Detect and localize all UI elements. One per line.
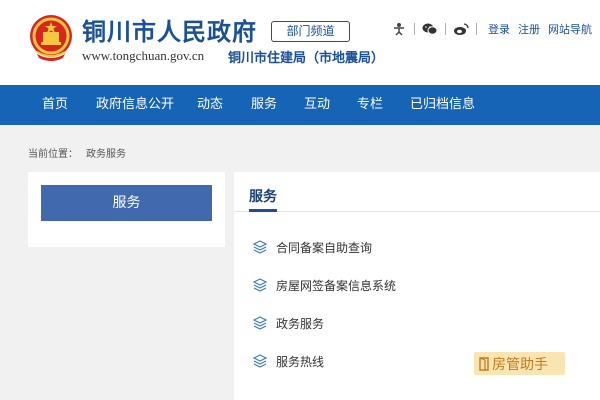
- watermark-badge: 房管助手: [474, 352, 565, 375]
- list-item-online-filing-system[interactable]: 房屋网签备案信息系统: [252, 275, 396, 295]
- list-item-label: 房屋网签备案信息系统: [276, 278, 397, 293]
- nav-item-services[interactable]: 服务: [251, 85, 277, 125]
- layers-icon: [252, 353, 268, 369]
- register-link[interactable]: 注册: [518, 21, 540, 37]
- top-toolbar: 登录 注册 网站导航: [391, 20, 592, 38]
- nav-item-columns[interactable]: 专栏: [357, 85, 383, 125]
- list-item-label: 服务热线: [276, 354, 325, 369]
- nav-item-info-disclosure[interactable]: 政府信息公开: [96, 85, 174, 125]
- site-navigation-link[interactable]: 网站导航: [548, 21, 592, 37]
- panel-title: 服务: [249, 189, 277, 205]
- sidebar-services-button[interactable]: 服务: [41, 185, 212, 221]
- layers-icon: [252, 315, 268, 331]
- divider: [445, 23, 446, 35]
- nav-item-archived-info[interactable]: 已归档信息: [410, 85, 475, 125]
- title-underline: [249, 209, 277, 212]
- breadcrumb: 当前位置： 政务服务: [28, 145, 126, 160]
- list-item-label: 合同备案自助查询: [276, 240, 373, 255]
- wechat-icon[interactable]: [422, 21, 438, 37]
- nav-item-home[interactable]: 首页: [42, 85, 68, 125]
- list-item-government-services[interactable]: 政务服务: [252, 313, 324, 333]
- site-title: 铜川市人民政府: [82, 17, 257, 46]
- list-item-contract-filing-query[interactable]: 合同备案自助查询: [252, 237, 372, 257]
- accessibility-icon[interactable]: [391, 21, 407, 37]
- nav-item-news[interactable]: 动态: [197, 85, 223, 125]
- list-item-label: 政务服务: [276, 316, 325, 331]
- breadcrumb-label: 当前位置：: [28, 149, 78, 160]
- department-name: 铜川市住建局（市地震局）: [228, 51, 385, 66]
- national-emblem-icon: [30, 15, 72, 61]
- nav-item-interaction[interactable]: 互动: [304, 85, 330, 125]
- list-item-service-hotline[interactable]: 服务热线: [252, 351, 324, 371]
- breadcrumb-current[interactable]: 政务服务: [86, 149, 126, 160]
- weibo-icon[interactable]: [453, 21, 469, 37]
- layers-icon: [252, 277, 268, 293]
- door-icon: [479, 356, 489, 371]
- site-domain: www.tongchuan.gov.cn: [82, 48, 205, 63]
- main-navigation: 首页 政府信息公开 动态 服务 互动 专栏 已归档信息: [0, 85, 600, 125]
- layers-icon: [252, 239, 268, 255]
- site-header: 铜川市人民政府 部门频道 www.tongchuan.gov.cn 铜川市住建局…: [0, 0, 600, 85]
- divider: [414, 23, 415, 35]
- department-channel-badge: 部门频道: [271, 21, 350, 42]
- login-link[interactable]: 登录: [488, 21, 510, 37]
- divider: [476, 23, 477, 35]
- sidebar-panel: 服务: [28, 172, 225, 247]
- title-divider: [234, 211, 600, 212]
- watermark-text: 房管助手: [492, 356, 548, 373]
